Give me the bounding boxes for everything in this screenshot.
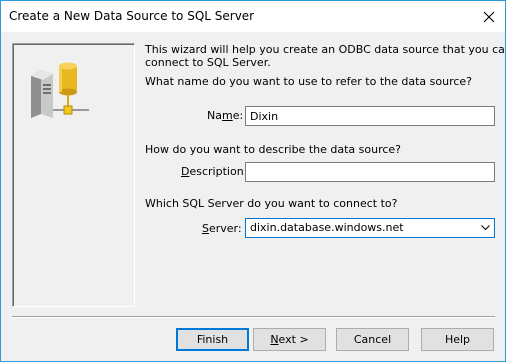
cancel-button[interactable]: Cancel (336, 328, 409, 351)
close-button[interactable] (473, 1, 505, 32)
title-bar[interactable]: Create a New Data Source to SQL Server (1, 1, 505, 32)
button-separator (12, 316, 495, 318)
server-combobox[interactable]: dixin.database.windows.net (245, 218, 495, 238)
intro-text-line1: This wizard will help you create an ODBC… (145, 43, 505, 56)
dialog-body: This wizard will help you create an ODBC… (1, 32, 505, 361)
server-database-icon (31, 62, 89, 118)
chevron-down-icon (480, 225, 490, 231)
help-button[interactable]: Help (421, 328, 494, 351)
server-question: Which SQL Server do you want to connect … (145, 197, 398, 210)
name-question: What name do you want to use to refer to… (145, 75, 473, 88)
server-dropdown-button[interactable] (476, 219, 494, 237)
name-label: Name: (207, 109, 244, 122)
next-button[interactable]: Next > (253, 328, 326, 351)
odbc-wizard-window: Create a New Data Source to SQL Server T… (0, 0, 506, 362)
name-field[interactable]: Dixin (245, 106, 495, 126)
server-label: Server: (202, 222, 242, 235)
close-icon (483, 11, 495, 22)
intro-text-line2: connect to SQL Server. (145, 56, 271, 69)
description-label: Description: (181, 165, 248, 178)
description-field[interactable] (245, 162, 495, 182)
server-combobox-value[interactable]: dixin.database.windows.net (248, 221, 474, 235)
window-title: Create a New Data Source to SQL Server (9, 9, 255, 23)
finish-button[interactable]: Finish (176, 328, 249, 351)
description-question: How do you want to describe the data sou… (145, 143, 402, 156)
wizard-image-panel (12, 43, 135, 307)
